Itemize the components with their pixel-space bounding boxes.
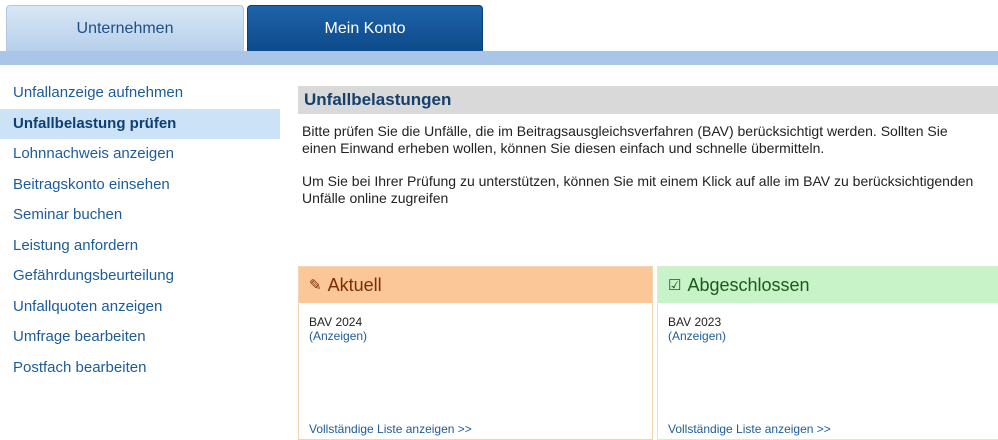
- card-aktuell-header: ✎ Aktuell: [299, 267, 652, 303]
- sidebar-item-beitragskonto[interactable]: Beitragskonto einsehen: [0, 170, 280, 201]
- page: Unternehmen Mein Konto Unfallanzeige auf…: [0, 0, 998, 440]
- sidebar-item-unfallquoten[interactable]: Unfallquoten anzeigen: [0, 292, 280, 323]
- help-paragraph: Um Sie bei Ihrer Prüfung zu unterstützen…: [302, 173, 974, 206]
- sidebar-item-gefaehrdung[interactable]: Gefährdungsbeurteilung: [0, 261, 280, 292]
- card-abgeschlossen-title: Abgeschlossen: [687, 274, 810, 295]
- sidebar-item-lohnnachweis[interactable]: Lohnnachweis anzeigen: [0, 139, 280, 170]
- sidebar-nav: Unfallanzeige aufnehmen Unfallbelastung …: [0, 78, 280, 383]
- full-list-link[interactable]: Vollständige Liste anzeigen >>: [668, 422, 831, 436]
- card-aktuell-title: Aktuell: [327, 274, 382, 295]
- tab-unternehmen-label: Unternehmen: [76, 19, 174, 37]
- bav-year-label: BAV 2023: [668, 315, 722, 329]
- sidebar-item-unfallbelastung[interactable]: Unfallbelastung prüfen: [0, 108, 280, 139]
- sidebar-item-umfrage[interactable]: Umfrage bearbeiten: [0, 322, 280, 353]
- card-abgeschlossen: ☑ Abgeschlossen BAV 2023 (Anzeigen) Voll…: [657, 266, 998, 440]
- main-content: Unfallbelastungen Bitte prüfen Sie die U…: [298, 86, 998, 207]
- card-abgeschlossen-header: ☑ Abgeschlossen: [658, 267, 998, 303]
- top-tabs: Unternehmen Mein Konto: [0, 0, 998, 66]
- sidebar-item-leistung[interactable]: Leistung anfordern: [0, 231, 280, 262]
- card-abgeschlossen-body: BAV 2023 (Anzeigen): [658, 303, 998, 343]
- sidebar-item-seminar[interactable]: Seminar buchen: [0, 200, 280, 231]
- tab-mein-konto[interactable]: Mein Konto: [247, 5, 483, 51]
- anzeigen-link[interactable]: (Anzeigen): [309, 329, 652, 343]
- anzeigen-link[interactable]: (Anzeigen): [668, 329, 998, 343]
- sidebar-item-unfallanzeige[interactable]: Unfallanzeige aufnehmen: [0, 78, 280, 109]
- sidebar-item-postfach[interactable]: Postfach bearbeiten: [0, 353, 280, 384]
- intro-paragraph: Bitte prüfen Sie die Unfälle, die im Bei…: [302, 123, 948, 156]
- tab-mein-konto-label: Mein Konto: [324, 19, 406, 37]
- pencil-icon: ✎: [309, 277, 322, 294]
- tab-underline-bar: [0, 51, 998, 65]
- full-list-link[interactable]: Vollständige Liste anzeigen >>: [309, 422, 472, 436]
- bav-cards: ✎ Aktuell BAV 2024 (Anzeigen) Vollständi…: [298, 266, 998, 440]
- card-aktuell: ✎ Aktuell BAV 2024 (Anzeigen) Vollständi…: [298, 266, 653, 440]
- checkbox-icon: ☑: [668, 277, 682, 294]
- card-aktuell-body: BAV 2024 (Anzeigen): [299, 303, 652, 343]
- bav-year-label: BAV 2024: [309, 315, 363, 329]
- page-title: Unfallbelastungen: [298, 86, 998, 114]
- tab-unternehmen[interactable]: Unternehmen: [6, 5, 244, 51]
